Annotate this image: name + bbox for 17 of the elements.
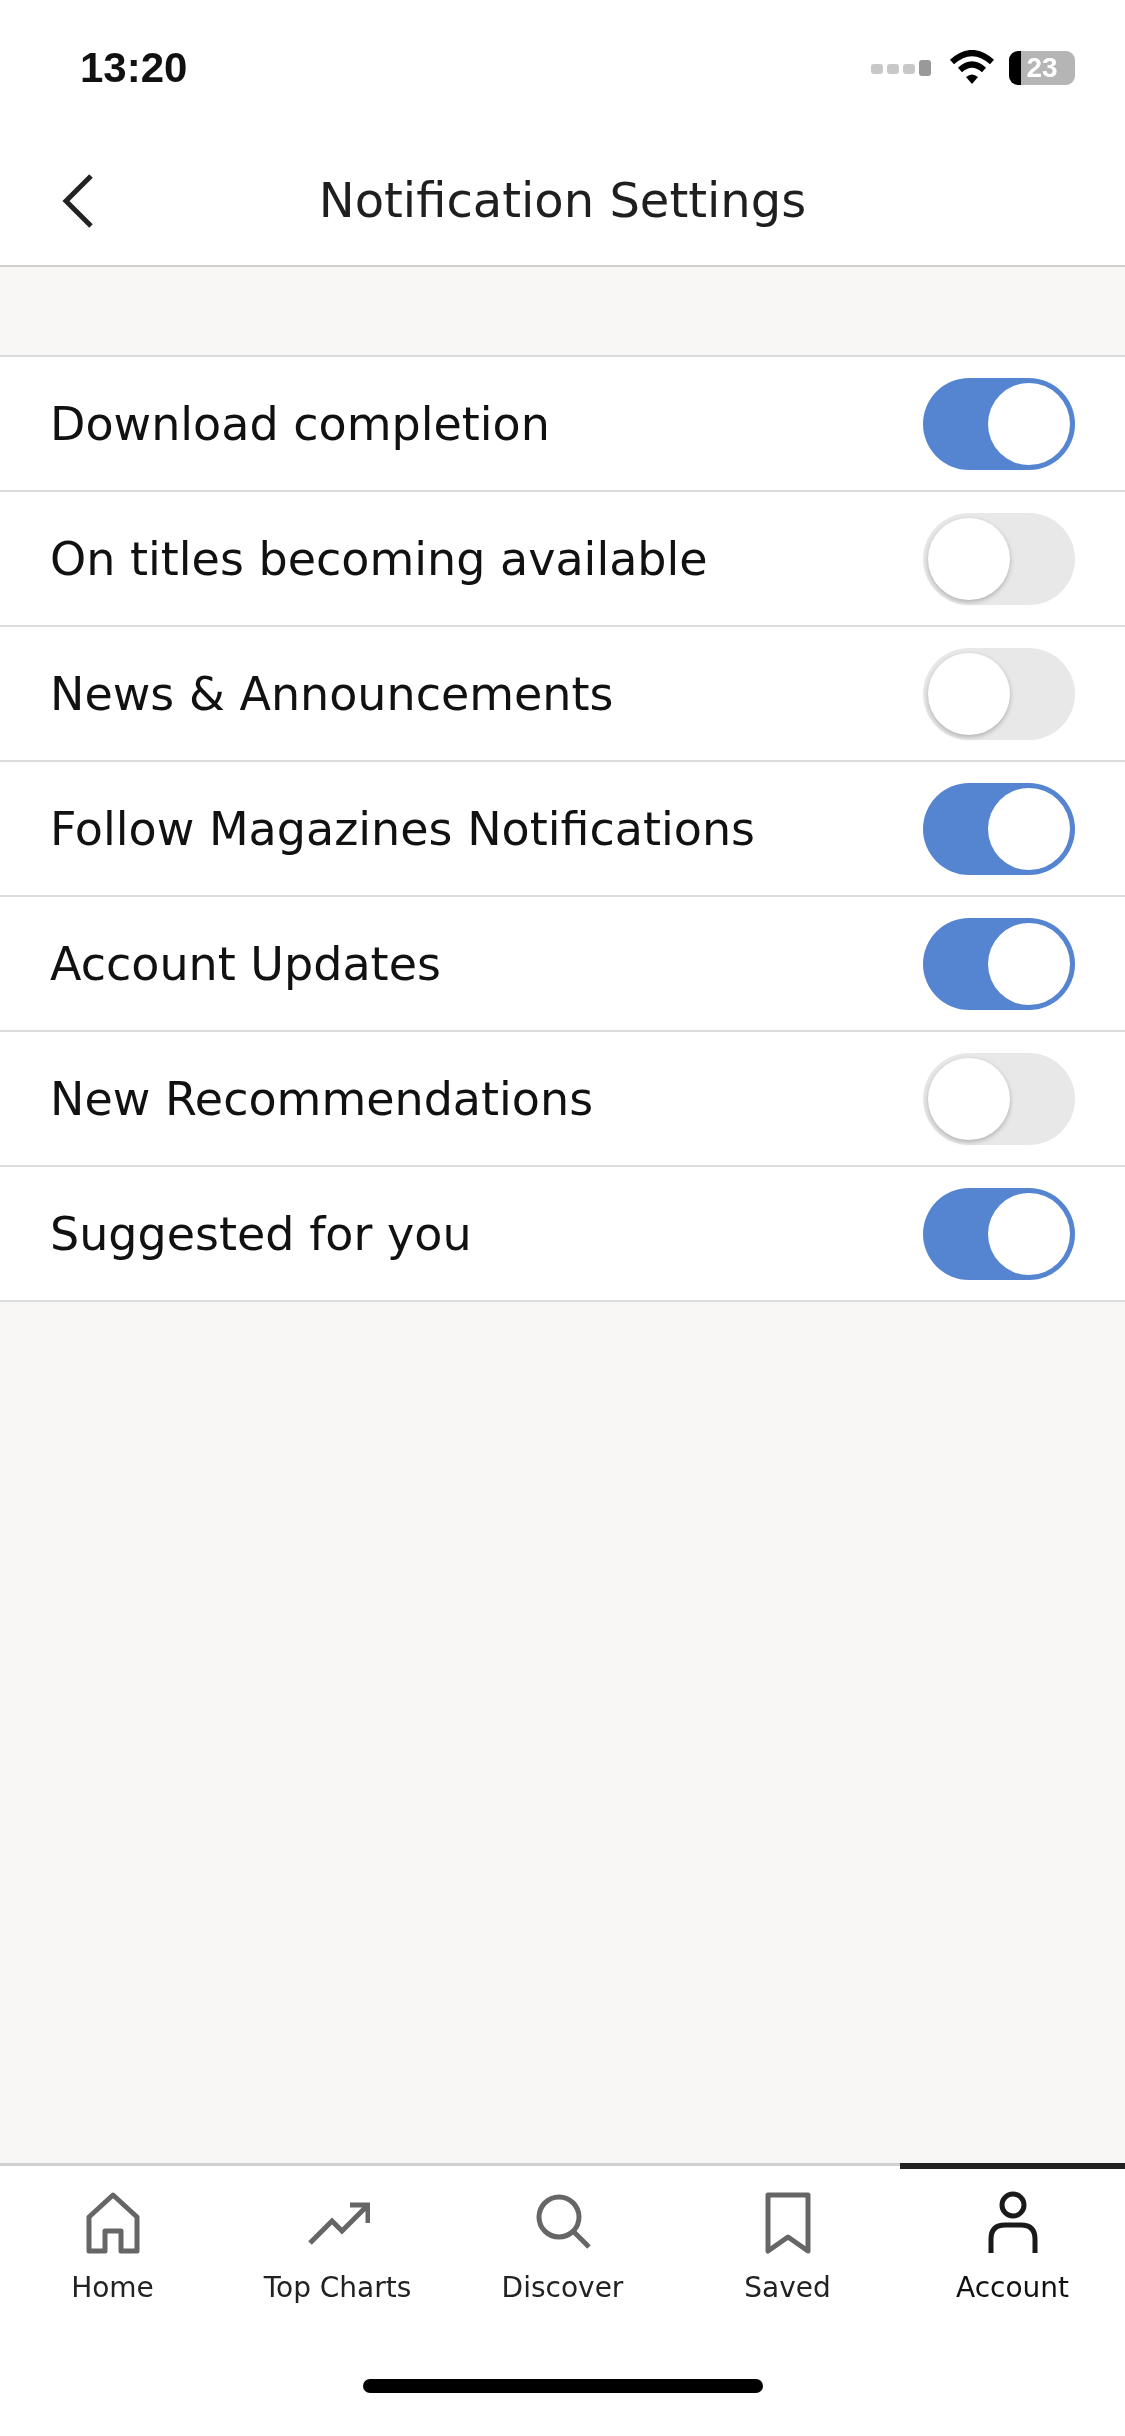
tab-bar-item[interactable]: Home xyxy=(0,2163,225,2316)
tab-bar-item[interactable]: Top Charts xyxy=(225,2163,450,2316)
battery-icon: 23 xyxy=(1009,50,1075,85)
tab-bar-item[interactable]: Account xyxy=(900,2163,1125,2316)
wifi-icon xyxy=(949,49,995,86)
setting-label: New Recommendations xyxy=(50,1071,594,1126)
setting-label: Download completion xyxy=(50,396,550,451)
setting-label: On titles becoming available xyxy=(50,531,708,586)
page-title: Notification Settings xyxy=(318,172,807,228)
back-chevron-icon xyxy=(61,173,95,229)
tab-bar-item[interactable]: Saved xyxy=(675,2163,900,2316)
tab-bar-item[interactable]: Discover xyxy=(450,2163,675,2316)
setting-label: Follow Magazines Notifications xyxy=(50,801,756,856)
setting-label: Account Updates xyxy=(50,936,441,991)
setting-label: Suggested for you xyxy=(50,1206,472,1261)
setting-label: News & Announcements xyxy=(50,666,614,721)
status-time: 13:20 xyxy=(80,43,188,92)
